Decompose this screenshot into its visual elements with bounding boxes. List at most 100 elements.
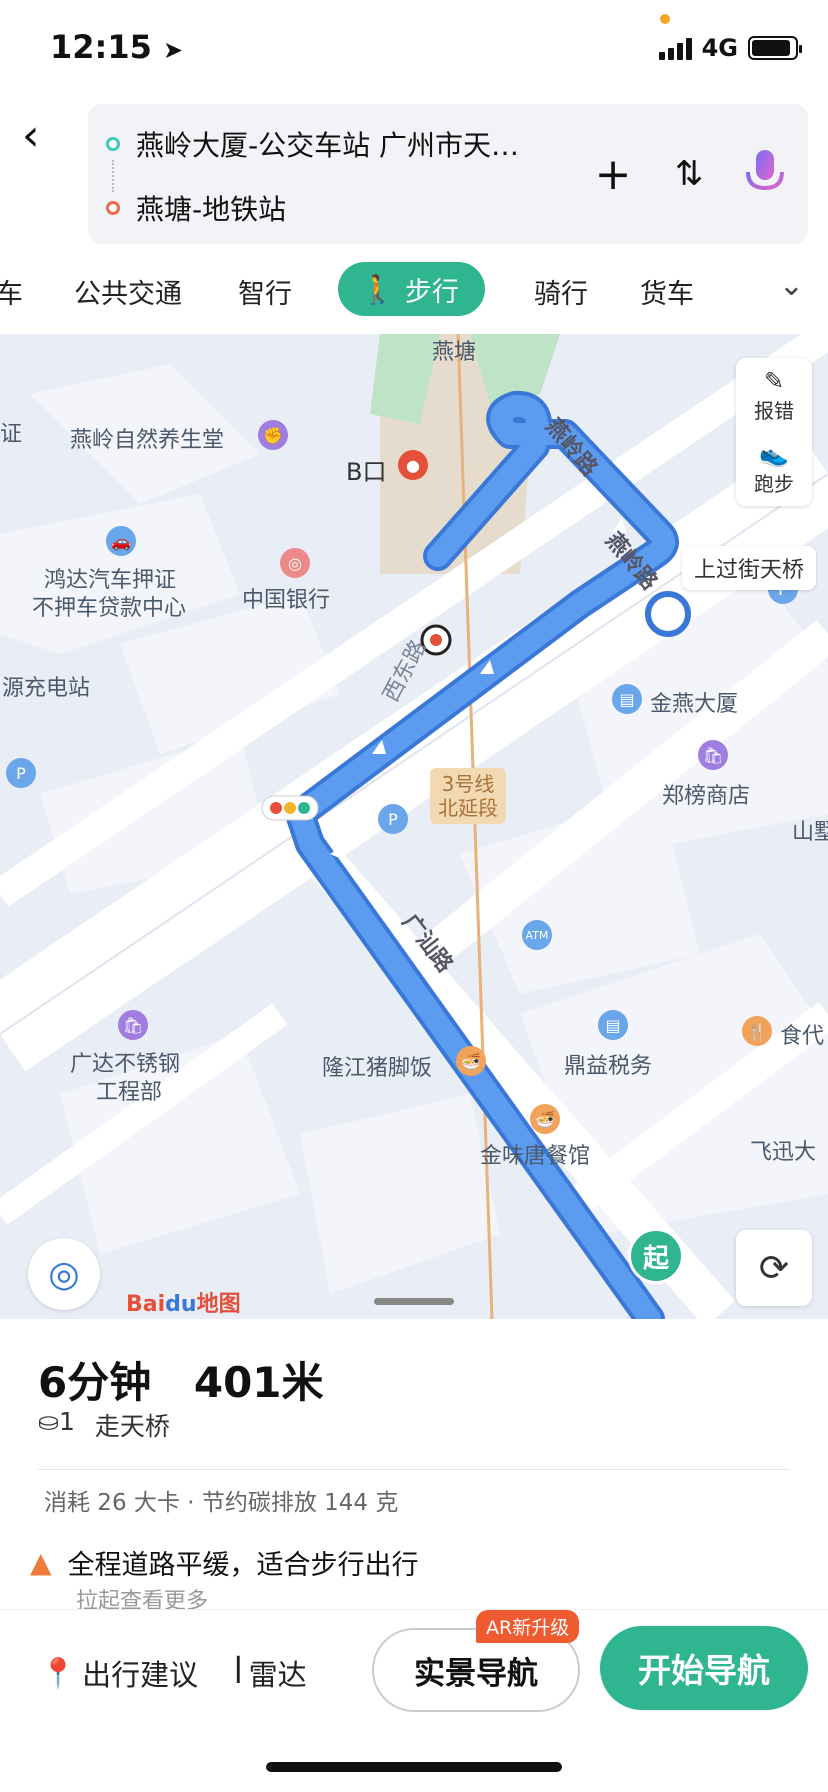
walking-icon: 🚶 [360, 272, 395, 306]
food-icon: 🍜 [456, 1046, 486, 1076]
recording-indicator [660, 14, 670, 24]
distance: 401米 [193, 1358, 324, 1407]
food-icon: 🍜 [530, 1104, 560, 1134]
microphone-icon[interactable] [742, 148, 788, 200]
location-pin-icon: ● [398, 450, 428, 480]
transport-tabs: 车 公共交通 智行 🚶 步行 骑行 货车 ⌄ [0, 258, 828, 334]
shop-icon: ✊ [258, 420, 288, 450]
edit-icon: ✎ [763, 367, 785, 395]
signal-icon [658, 36, 692, 60]
origin-text: 燕岭大厦-公交车站 广州市天… [136, 129, 520, 162]
poi-b-exit[interactable]: B口 [346, 452, 386, 487]
parking-icon: P [6, 758, 36, 788]
shoe-icon: 👟 [759, 440, 789, 468]
ar-badge: AR新升级 [476, 1610, 580, 1643]
tab-transit[interactable]: 公共交通 [74, 272, 182, 311]
refresh-button[interactable]: ⟳ [736, 1230, 812, 1306]
poi-hongda-2[interactable]: 不押车贷款中心 [32, 590, 186, 622]
metro-line-section: 北延段 [438, 796, 498, 820]
advice-label: 出行建议 [82, 1658, 199, 1692]
refresh-icon: ⟳ [758, 1247, 790, 1289]
advice-button[interactable]: 📍 出行建议 [40, 1652, 198, 1694]
poi-guangda-2[interactable]: 工程部 [96, 1074, 162, 1106]
poi-jinyan[interactable]: 金燕大厦 [650, 686, 738, 718]
bank-icon: ◎ [280, 548, 310, 578]
destination-field[interactable]: 燕塘-地铁站 [106, 188, 286, 228]
map-view[interactable]: 燕塘 燕岭自然养生堂 ✊ 证 B口 ● 🚗 鸿达汽车押证 不押车贷款中心 ◎ 中… [0, 334, 828, 1319]
route-tip-text: 全程道路平缓，适合步行出行 [67, 1550, 419, 1581]
report-label: 报错 [754, 399, 794, 423]
parking-icon: P [378, 804, 408, 834]
chevron-down-icon[interactable]: ⌄ [779, 268, 804, 303]
status-indicators: 4G [658, 34, 802, 62]
car-icon: 🚗 [106, 526, 136, 556]
building-icon: ▤ [612, 684, 642, 714]
calorie-stats: 消耗 26 大卡 · 节约碳排放 144 克 [44, 1490, 399, 1516]
network-type: 4G [701, 34, 738, 62]
locate-icon: ◎ [48, 1253, 80, 1295]
crossing-icon: ⛀ [38, 1407, 59, 1436]
duration: 6分钟 [38, 1358, 152, 1407]
route-summary: 6分钟 401米 [38, 1349, 352, 1410]
metro-line-name: 3号线 [441, 772, 495, 796]
run-button[interactable]: 👟 跑步 [754, 440, 794, 497]
plus-icon[interactable]: + [590, 149, 636, 200]
poi-boc[interactable]: 中国银行 [242, 582, 330, 614]
divider [38, 1469, 790, 1470]
radar-button[interactable]: ꟾ 雷达 [234, 1652, 307, 1694]
locate-button[interactable]: ◎ [28, 1238, 100, 1310]
status-bar: 12:15 ➤ 4G [0, 0, 828, 100]
run-label: 跑步 [754, 472, 794, 496]
poi-nature-hall[interactable]: 燕岭自然养生堂 [70, 422, 224, 454]
start-navigation-button[interactable]: 开始导航 [600, 1626, 808, 1710]
route-actions: + ⇅ [590, 148, 788, 200]
building-icon: ▤ [598, 1010, 628, 1040]
tab-walk-label: 步行 [404, 276, 459, 308]
metro-line-label: 3号线 北延段 [430, 768, 506, 824]
route-input-panel: 燕岭大厦-公交车站 广州市天… 燕塘-地铁站 + ⇅ [88, 104, 808, 244]
destination-text: 燕塘-地铁站 [136, 193, 287, 226]
destination-dot-icon [106, 201, 120, 215]
swap-icon[interactable]: ⇅ [666, 154, 712, 194]
poi-zhengbang[interactable]: 郑榜商店 [662, 778, 750, 810]
origin-field[interactable]: 燕岭大厦-公交车站 广州市天… [106, 124, 519, 164]
overpass-callout: 上过街天桥 [682, 546, 817, 590]
report-button[interactable]: ✎ 报错 [754, 367, 794, 424]
tab-car[interactable]: 车 [0, 272, 23, 311]
back-button[interactable]: ‹ [22, 110, 70, 170]
poi-charging[interactable]: 源充电站 [2, 670, 90, 702]
baidu-logo: Baidu地图 [126, 1292, 241, 1317]
poi-dingyi[interactable]: 鼎益税务 [564, 1048, 652, 1080]
bridge-note: 走天桥 [94, 1412, 170, 1441]
location-icon: 📍 [40, 1655, 77, 1690]
map-tools-panel: ✎ 报错 👟 跑步 [736, 358, 812, 506]
route-tip: ▲ 全程道路平缓，适合步行出行 [30, 1543, 419, 1582]
origin-dot-icon [106, 137, 120, 151]
poi-xunda[interactable]: 飞迅大 [750, 1134, 816, 1166]
poi-edge-zheng: 证 [0, 422, 23, 447]
tab-walk[interactable]: 🚶 步行 [338, 262, 485, 316]
store-icon: 🛍 [118, 1010, 148, 1040]
radar-label: 雷达 [248, 1658, 307, 1692]
tab-bike[interactable]: 骑行 [534, 272, 588, 311]
status-time: 12:15 ➤ [50, 28, 184, 66]
poi-jinwei[interactable]: 金味唐餐馆 [480, 1138, 590, 1170]
poi-longjiang[interactable]: 隆江猪脚饭 [322, 1050, 432, 1082]
warning-icon: ▲ [30, 1546, 52, 1579]
tab-truck[interactable]: 货车 [640, 272, 694, 311]
poi-shidai[interactable]: 食代 [780, 1018, 824, 1050]
atm-icon: ATM [522, 920, 552, 950]
battery-icon [748, 36, 802, 60]
poi-yantang[interactable]: 燕塘 [432, 334, 476, 366]
poi-shan[interactable]: 山墅 [792, 814, 828, 846]
store-icon: 🛍 [698, 740, 728, 770]
radar-icon: ꟾ [234, 1656, 243, 1690]
tab-smart[interactable]: 智行 [238, 272, 292, 311]
map-canvas [0, 334, 828, 1319]
drag-handle[interactable] [374, 1298, 454, 1305]
start-marker[interactable]: 起 [628, 1228, 684, 1284]
route-summary-sheet[interactable]: 6分钟 401米 ⛀1 走天桥 消耗 26 大卡 · 节约碳排放 144 克 ▲… [0, 1319, 828, 1614]
crossing-count: ⛀1 [38, 1407, 75, 1436]
home-indicator [266, 1762, 562, 1772]
route-details: ⛀1 走天桥 [38, 1407, 170, 1443]
